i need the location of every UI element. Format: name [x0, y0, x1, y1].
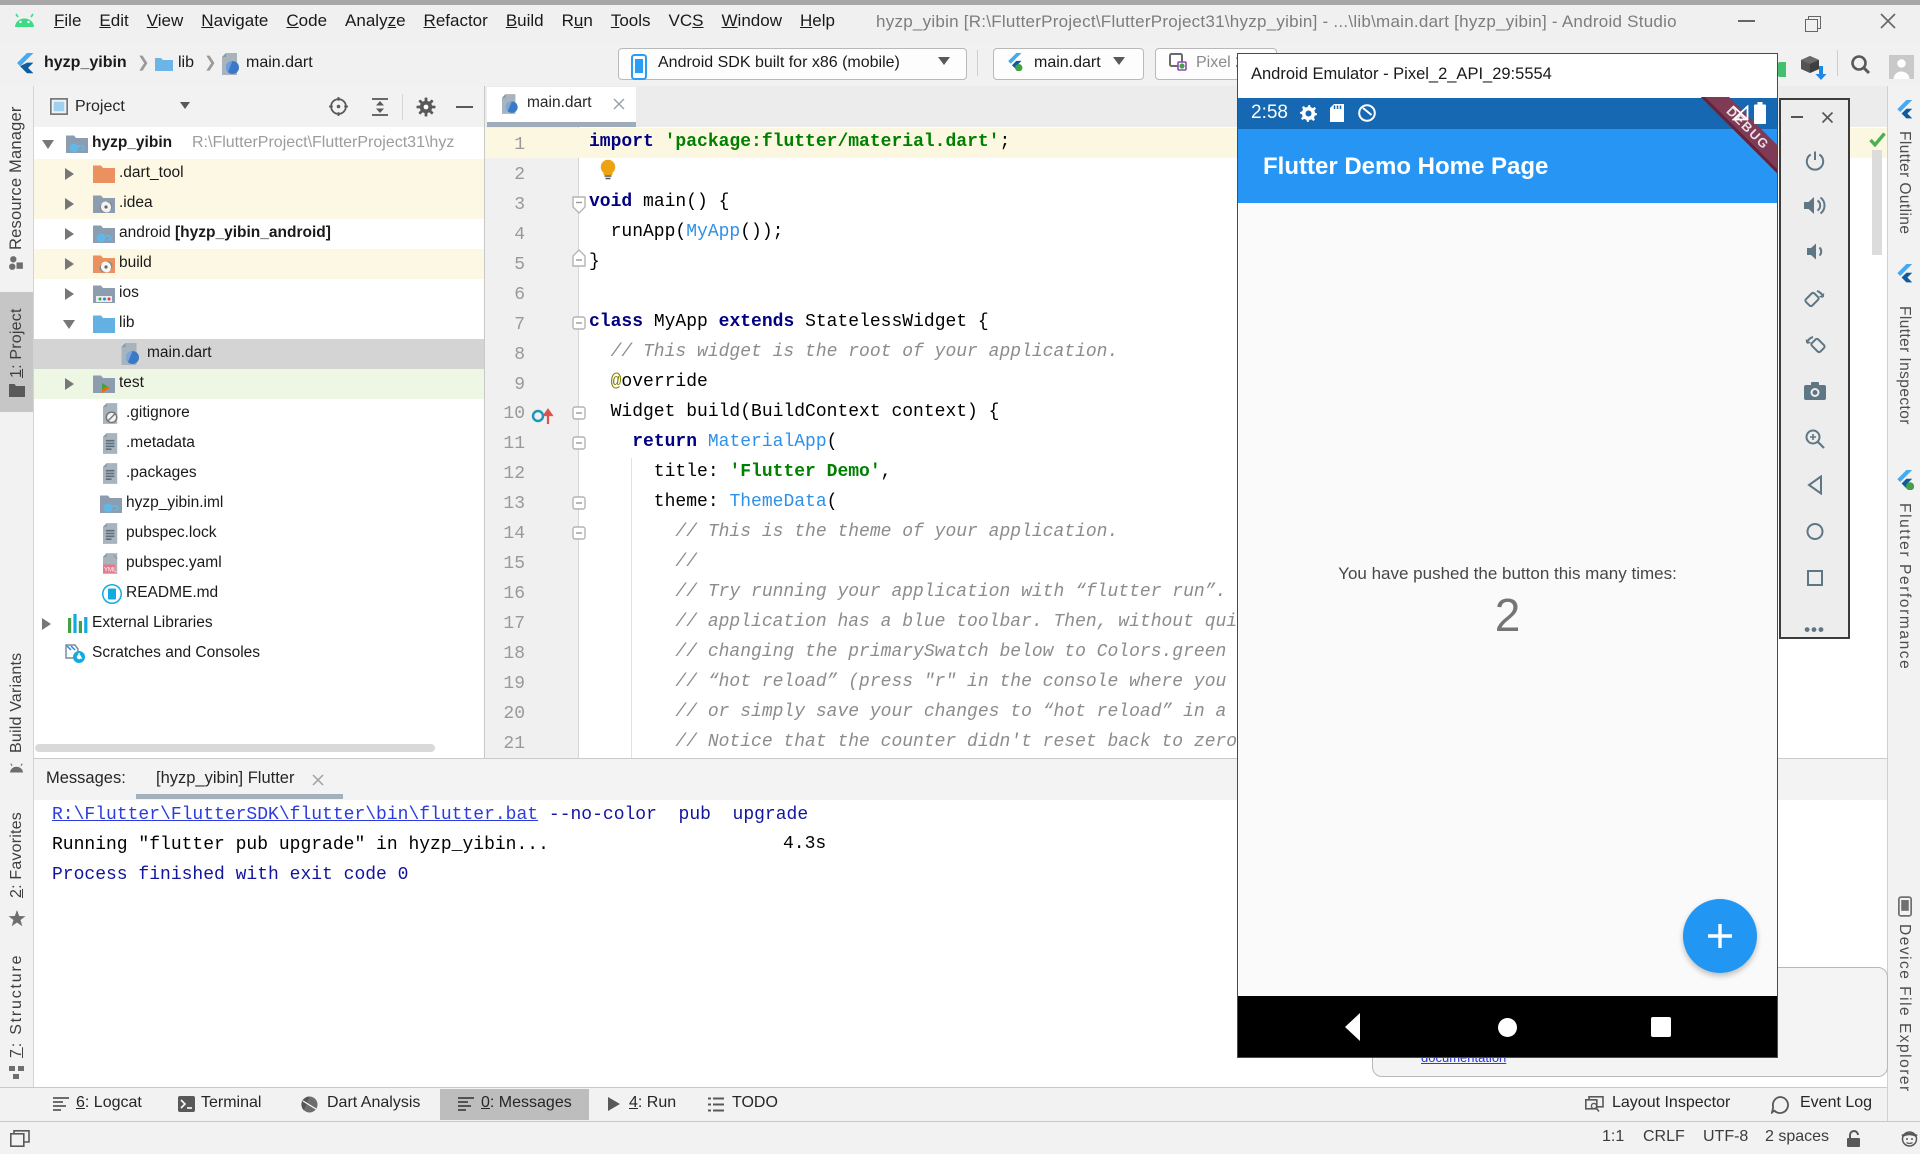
svg-text:YML: YML — [104, 567, 117, 574]
